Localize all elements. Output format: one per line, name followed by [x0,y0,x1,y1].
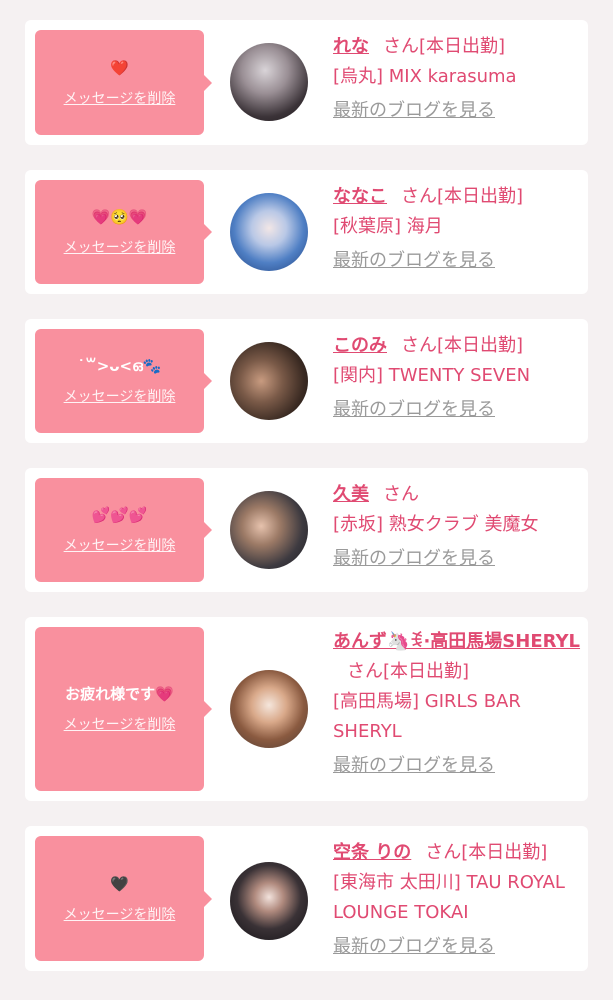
delete-message-link[interactable]: メッセージを削除 [64,716,176,734]
cast-name-link[interactable]: あんず🦄ꉂ·高田馬場SHERYL [333,631,580,652]
message-card: 💕💕💕 メッセージを削除 久美 さん [赤坂] 熟女クラブ 美魔女 最新のブログを… [25,468,588,592]
latest-blog-link[interactable]: 最新のブログを見る [333,751,583,781]
message-text: 💗🥺💗 [91,208,148,226]
shop-name: [秋葉原] 海月 [333,216,443,237]
name-suffix: さん [347,661,383,682]
shop-name: [赤坂] 熟女クラブ 美魔女 [333,514,539,535]
message-text: ˙꒳>ᴗ<ഒ🐾 [77,357,162,375]
avatar[interactable] [230,342,308,420]
message-bubble: 💕💕💕 メッセージを削除 [35,478,204,582]
message-text: ❤️ [110,58,129,77]
message-bubble: 💗🥺💗 メッセージを削除 [35,180,204,284]
delete-message-link[interactable]: メッセージを削除 [64,537,176,555]
status-badge: [本日出勤] [461,842,548,863]
cast-name-link[interactable]: ななこ [333,186,387,207]
message-bubble: 🖤 メッセージを削除 [35,836,204,961]
message-card: お疲れ様です💗 メッセージを削除 あんず🦄ꉂ·高田馬場SHERYL さん[本日出勤… [25,617,588,801]
avatar[interactable] [230,862,308,940]
status-badge: [本日出勤] [419,36,506,57]
delete-message-link[interactable]: メッセージを削除 [64,388,176,406]
avatar[interactable] [230,193,308,271]
name-suffix: さん [383,484,419,505]
delete-message-link[interactable]: メッセージを削除 [64,906,176,924]
avatar[interactable] [230,491,308,569]
status-badge: [本日出勤] [437,186,524,207]
latest-blog-link[interactable]: 最新のブログを見る [333,96,583,126]
name-suffix: さん [383,36,419,57]
shop-name: [東海市 太田川] TAU ROYAL LOUNGE TOKAI [333,872,565,923]
message-bubble: ❤️ メッセージを削除 [35,30,204,135]
status-badge: [本日出勤] [383,661,470,682]
message-card: ❤️ メッセージを削除 れな さん[本日出勤] [烏丸] MIX karasuma… [25,20,588,145]
cast-name-link[interactable]: 久美 [333,484,369,505]
cast-name-link[interactable]: このみ [333,335,387,356]
name-suffix: さん [401,335,437,356]
latest-blog-link[interactable]: 最新のブログを見る [333,395,583,425]
status-badge: [本日出勤] [437,335,524,356]
message-card: 🖤 メッセージを削除 空条 りの さん[本日出勤] [東海市 太田川] TAU R… [25,826,588,971]
message-bubble: お疲れ様です💗 メッセージを削除 [35,627,204,791]
shop-name: [関内] TWENTY SEVEN [333,365,531,386]
latest-blog-link[interactable]: 最新のブログを見る [333,544,583,574]
avatar[interactable] [230,670,308,748]
name-suffix: さん [425,842,462,863]
message-bubble: ˙꒳>ᴗ<ഒ🐾 メッセージを削除 [35,329,204,433]
latest-blog-link[interactable]: 最新のブログを見る [333,246,583,276]
delete-message-link[interactable]: メッセージを削除 [64,90,176,108]
name-suffix: さん [401,186,437,207]
message-text: お疲れ様です💗 [65,685,174,703]
message-card: ˙꒳>ᴗ<ഒ🐾 メッセージを削除 このみ さん[本日出勤] [関内] TWENTY… [25,319,588,443]
message-text: 💕💕💕 [91,506,148,524]
cast-name-link[interactable]: 空条 りの [333,842,411,863]
latest-blog-link[interactable]: 最新のブログを見る [333,932,583,962]
avatar[interactable] [230,43,308,121]
shop-name: [高田馬場] GIRLS BAR SHERYL [333,691,521,742]
message-text: 🖤 [110,874,129,893]
cast-name-link[interactable]: れな [333,36,369,57]
message-card: 💗🥺💗 メッセージを削除 ななこ さん[本日出勤] [秋葉原] 海月 最新のブログ… [25,170,588,294]
shop-name: [烏丸] MIX karasuma [333,66,517,87]
delete-message-link[interactable]: メッセージを削除 [64,239,176,257]
